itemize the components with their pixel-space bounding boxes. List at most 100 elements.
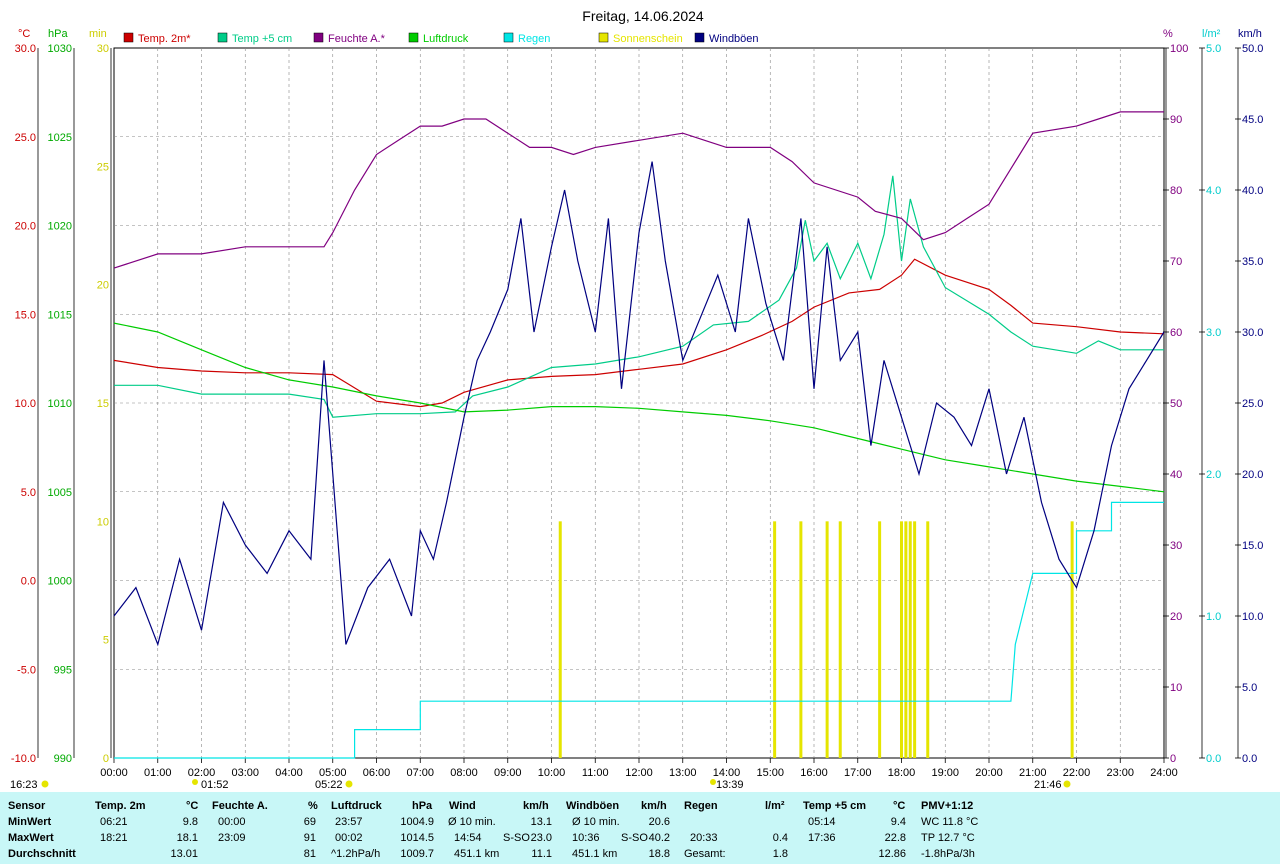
header-gust-unit: km/h [641,800,667,812]
y-tick-label: 40 [1170,469,1182,481]
x-tick-label: 20:00 [975,767,1003,779]
y-tick-label: 15 [97,398,109,410]
y-tick-label: 1020 [48,221,72,233]
marker-moon-icon [1063,780,1071,788]
marker-sunrise: 01:52 [201,779,229,791]
y-tick-label: 1010 [48,398,72,410]
gust-time: 10:36 [572,832,600,844]
y-tick-label: 30 [1170,540,1182,552]
row-label: Durchschnitt [8,848,76,860]
temp-value: 13.01 [170,848,198,860]
rain-time: Gesamt: [684,848,726,860]
y-tick-label: 15.0 [15,309,36,321]
y-tick-label: 20 [1170,611,1182,623]
pressure-axis-unit: hPa [48,28,68,40]
marker-sunset-icon [345,780,353,788]
pmv-value: WC 11.8 °C [921,816,979,828]
header-temp: Temp. 2m [95,800,146,812]
y-tick-label: 100 [1170,43,1188,55]
gust-value: 18.8 [648,848,670,860]
pmv-value: TP 12.7 °C [921,832,975,844]
y-tick-label: 0.0 [21,576,36,588]
gust-value: 20.6 [648,816,670,828]
wind-time: Ø 10 min. [448,816,496,828]
x-tick-label: 02:00 [188,767,216,779]
legend-swatch [598,32,609,43]
legend-label: Windböen [709,33,759,45]
x-tick-label: 23:00 [1106,767,1134,779]
row-label: MinWert [8,816,52,828]
t5-value: 9.4 [890,816,906,828]
sunshine-bar [878,521,882,758]
y-tick-label: 25 [97,161,109,173]
x-tick-label: 07:00 [406,767,434,779]
y-tick-label: 20.0 [15,221,36,233]
x-tick-label: 06:00 [363,767,391,779]
stats-row-max: MaxWert 18:21 18.1 23:09 91 00:02 1014.5… [0,830,1280,846]
hum-time: 23:09 [218,832,246,844]
y-tick-label: 10.0 [15,398,36,410]
legend-label: Temp. 2m* [138,33,191,45]
x-tick-label: 12:00 [625,767,653,779]
stats-row-min: MinWert 06:21 9.8 00:00 69 23:57 1004.9 … [0,814,1280,830]
marker-noon-icon [710,779,716,785]
marker-rise-top: 16:23 [10,779,38,791]
x-tick-label: 04:00 [275,767,303,779]
rain-value: 0.4 [772,832,788,844]
sunshine-bar [773,521,777,758]
t5-time: 05:14 [808,816,836,828]
y-tick-label: 5.0 [21,487,36,499]
marker-moon: 21:46 [1034,779,1062,791]
sunshine-bar [926,521,930,758]
x-tick-label: 03:00 [231,767,259,779]
x-tick-label: 16:00 [800,767,828,779]
y-tick-label: 5.0 [1242,682,1257,694]
marker-noon: 13:39 [716,779,744,791]
x-tick-label: 17:00 [844,767,872,779]
temp-time: 18:21 [100,832,128,844]
header-pressure: Luftdruck [331,800,382,812]
header-pmv: PMV+1:12 [921,800,974,812]
y-tick-label: -5.0 [17,664,36,676]
sunshine-bar [908,521,912,758]
y-tick-label: 10.0 [1242,611,1263,623]
sunshine-bar [900,521,903,758]
sunshine-bar [825,521,829,758]
rain-axis-unit: l/m² [1202,28,1221,40]
legend-swatch [123,32,134,43]
sunshine-bar [1070,521,1074,758]
legend-swatch [408,32,419,43]
x-tick-label: 21:00 [1019,767,1047,779]
y-tick-label: 30.0 [15,43,36,55]
sunshine-bar [904,521,908,758]
rain-time: 20:33 [690,832,718,844]
y-tick-label: 40.0 [1242,185,1263,197]
hum-value: 81 [303,848,316,860]
y-tick-label: 1015 [48,309,72,321]
header-temp5: Temp +5 cm [803,800,867,812]
legend-label: Feuchte A.* [328,33,386,45]
y-tick-label: -10.0 [11,753,36,765]
y-tick-label: 0 [1170,753,1176,765]
wind-time: 14:54 [454,832,482,844]
gust-time: Ø 10 min. [572,816,620,828]
sun-axis-unit: min [89,28,107,40]
stats-row-avg: Durchschnitt 13.01 81 ^1.2hPa/h 1009.7 4… [0,846,1280,862]
stats-header-row: Sensor Temp. 2m °C Feuchte A. % Luftdruc… [0,798,1280,814]
y-tick-label: 45.0 [1242,114,1263,126]
t5-value: 12.86 [878,848,906,860]
y-tick-label: 5.0 [1206,43,1221,55]
sunshine-bar [838,521,842,758]
header-gust: Windböen [566,800,620,812]
press-time: ^1.2hPa/h [331,848,381,860]
press-value: 1014.5 [400,832,434,844]
y-tick-label: 20 [97,280,109,292]
y-tick-label: 1000 [48,576,72,588]
wind-value: 13.1 [530,816,552,828]
row-label: MaxWert [8,832,54,844]
y-tick-label: 1005 [48,487,72,499]
x-tick-label: 11:00 [582,767,609,779]
y-tick-label: 995 [54,664,72,676]
hum-value: 91 [303,832,316,844]
y-tick-label: 30 [97,43,109,55]
